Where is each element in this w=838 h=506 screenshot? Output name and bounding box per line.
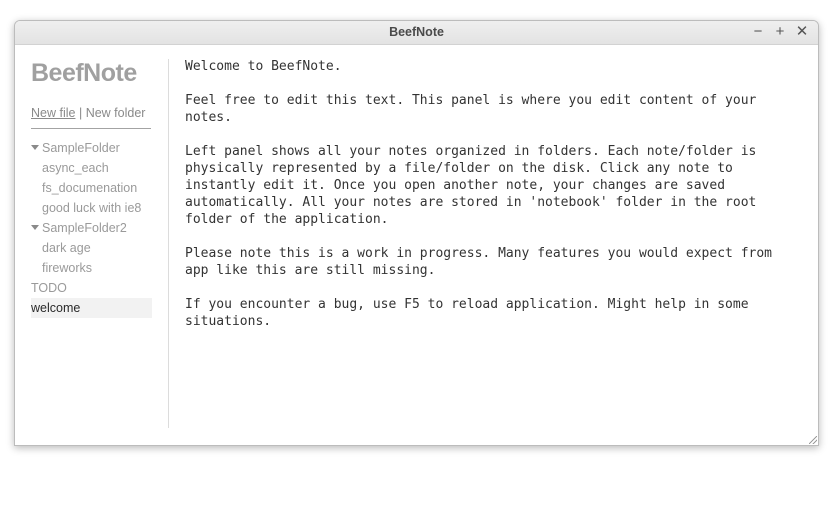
tree-folder-samplefolder2[interactable]: SampleFolder2 [31,218,152,238]
window-title: BeefNote [389,25,444,39]
action-separator: | [78,106,83,120]
minimize-icon[interactable]: − [749,23,767,41]
folder-label: SampleFolder [42,141,120,155]
close-icon[interactable]: ✕ [793,23,811,41]
tree-note-fs-documenation[interactable]: fs_documenation [31,178,152,198]
file-actions: New file | New folder [31,105,152,121]
tree-folder-samplefolder[interactable]: SampleFolder [31,138,152,158]
tree-note-fireworks[interactable]: fireworks [31,258,152,278]
app-window: BeefNote − + ✕ BeefNote New file | New f… [14,20,819,446]
folder-label: SampleFolder2 [42,221,127,235]
title-bar[interactable]: BeefNote − + ✕ [15,21,818,45]
tree-note-welcome[interactable]: welcome [31,298,152,318]
maximize-icon[interactable]: + [771,23,789,41]
sidebar-divider [31,128,151,129]
chevron-down-icon[interactable] [31,225,39,231]
app-title: BeefNote [31,59,137,87]
new-folder-link[interactable]: New folder [86,106,146,120]
note-editor[interactable]: Welcome to BeefNote. Feel free to edit t… [185,58,805,428]
resize-grip-icon[interactable] [809,436,817,444]
panel-divider [168,59,169,428]
sidebar: BeefNote New file | New folder SampleFol… [31,58,152,318]
tree-note-async-each[interactable]: async_each [31,158,152,178]
chevron-down-icon[interactable] [31,145,39,151]
new-file-link[interactable]: New file [31,106,75,120]
note-tree: SampleFolder async_each fs_documenation … [31,138,152,318]
tree-note-dark-age[interactable]: dark age [31,238,152,258]
tree-note-good-luck-with-ie8[interactable]: good luck with ie8 [31,198,152,218]
tree-note-todo[interactable]: TODO [31,278,152,298]
